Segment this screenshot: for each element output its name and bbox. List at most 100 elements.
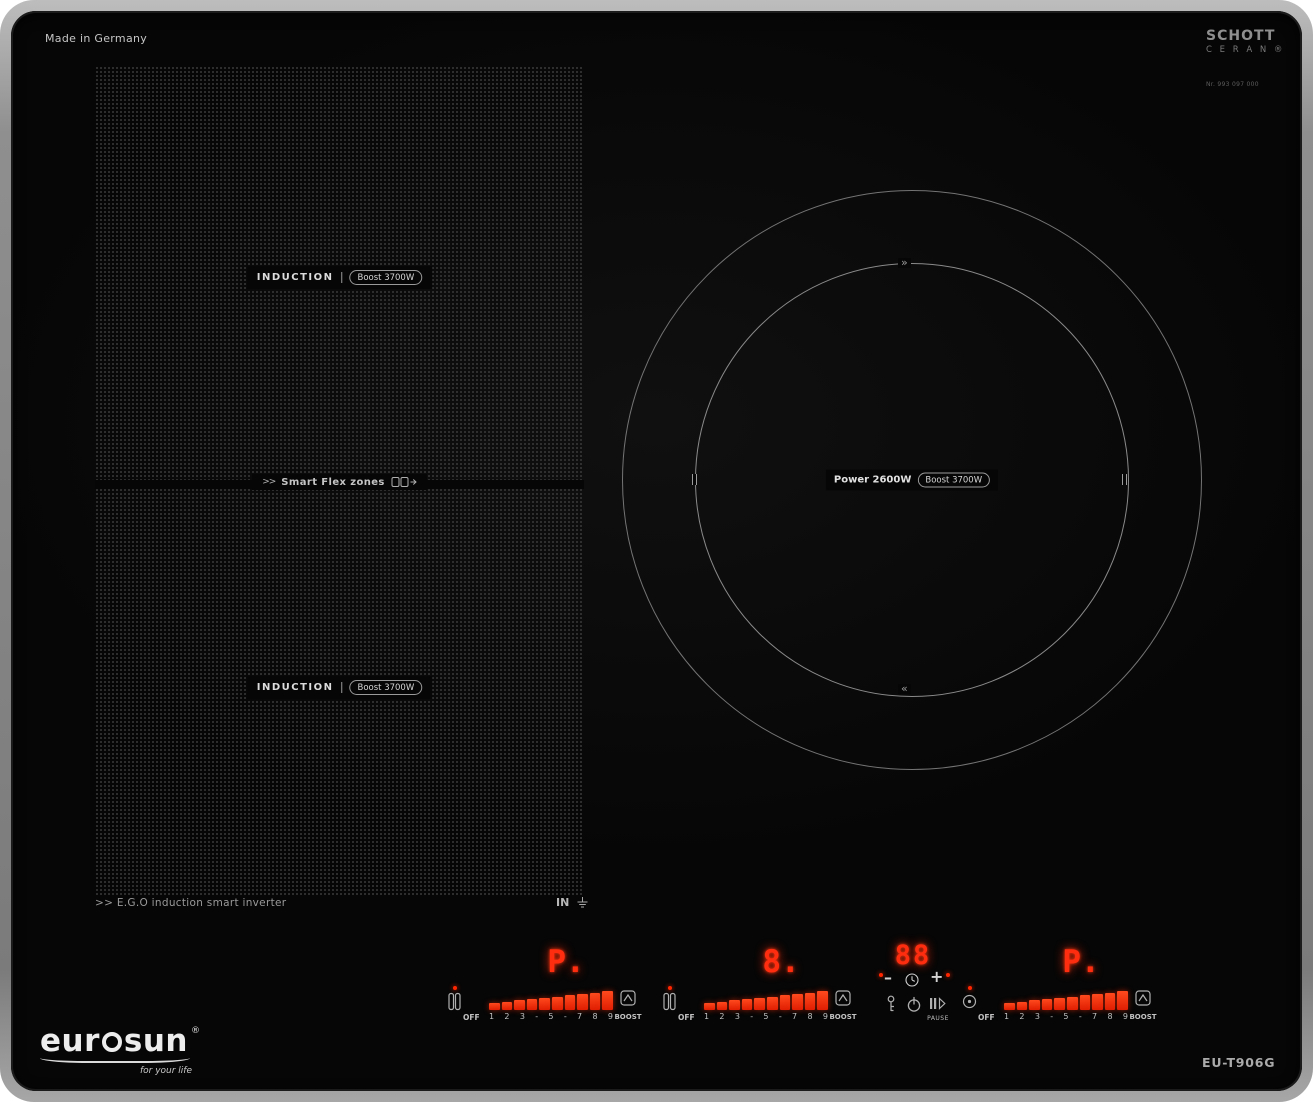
off-label: OFF: [463, 1013, 480, 1022]
slider-segment: [1079, 995, 1091, 1010]
slider-segment: [1016, 1001, 1028, 1010]
eurosun-logo: eur sun ® for your life: [40, 1026, 200, 1076]
boost-rating-badge: Boost 3700W: [917, 472, 991, 488]
slider-segment: [501, 1001, 513, 1010]
slider-segment: [1092, 993, 1103, 1010]
schott-ceran-logo: SCHOTT C E R A N ® Nr. 993 097 000: [1206, 28, 1286, 88]
timer-plus-button[interactable]: +: [930, 967, 943, 986]
slider-segment: [716, 1001, 728, 1010]
slider-segment: [539, 997, 550, 1010]
boost-icon[interactable]: [835, 990, 851, 1006]
zone-name: INDUCTION: [257, 272, 343, 283]
scale-number: -: [1078, 1012, 1082, 1021]
scale-number: 8: [807, 1012, 813, 1021]
slider-segment: [817, 991, 828, 1010]
pause-label: PAUSE: [927, 1015, 949, 1022]
scale-number: 7: [577, 1012, 583, 1021]
model-number: EU-T906G: [1202, 1055, 1276, 1070]
scale-number: -: [563, 1012, 567, 1021]
scale-number: 8: [592, 1012, 598, 1021]
smart-flex-label-row: >> Smart Flex zones: [95, 474, 584, 490]
boost-icon[interactable]: [1135, 990, 1151, 1006]
ring-mark-top: »: [898, 257, 911, 268]
flex-zone-select-icon[interactable]: [447, 992, 462, 1011]
scale-number: 1: [1004, 1012, 1010, 1021]
timer-control: 88 – + PAUSE: [876, 935, 952, 1027]
power-slider[interactable]: [489, 984, 613, 1010]
scale-number: 2: [719, 1012, 725, 1021]
power-on-off-icon[interactable]: [906, 996, 922, 1013]
slider-segment: [564, 995, 576, 1010]
registered-mark: ®: [190, 1026, 201, 1036]
power-rating: Power 2600W: [833, 474, 912, 486]
pause-icon[interactable]: [928, 995, 947, 1012]
brand-tagline: for your life: [139, 1066, 192, 1076]
scale-number: 5: [763, 1012, 769, 1021]
timer-plus-dot: [946, 973, 950, 977]
serial-number: Nr. 993 097 000: [1206, 81, 1259, 88]
zone-indicator-dot: [968, 986, 972, 990]
scale-number: -: [535, 1012, 539, 1021]
ground-icon: [577, 897, 588, 908]
power-level-display: P.: [547, 944, 585, 980]
slider-segment: [804, 992, 816, 1010]
scale-number: 2: [1019, 1012, 1025, 1021]
slider-segment: [704, 1003, 715, 1010]
slider-segment: [1054, 997, 1065, 1010]
slider-segment: [526, 999, 538, 1010]
flex-zone-bottom-label: INDUCTION Boost 3700W: [246, 676, 433, 699]
logo-text-pre: eur: [40, 1023, 100, 1059]
round-zone-select-icon[interactable]: [962, 992, 977, 1011]
power-scale: 123-5-789: [704, 1012, 828, 1021]
scale-number: 7: [1092, 1012, 1098, 1021]
slider-segment: [766, 996, 778, 1010]
slider-segment: [1004, 1003, 1015, 1010]
chevrons: >>: [262, 477, 276, 487]
zone-name: INDUCTION: [257, 682, 343, 693]
slider-segment: [1066, 996, 1078, 1010]
slider-segment: [1104, 992, 1116, 1010]
power-slider[interactable]: [704, 984, 828, 1010]
power-slider[interactable]: [1004, 984, 1128, 1010]
slider-segment: [754, 997, 765, 1010]
scale-number: 8: [1107, 1012, 1113, 1021]
slider-segment: [792, 993, 803, 1010]
scale-number: -: [778, 1012, 782, 1021]
scale-number: 3: [519, 1012, 525, 1021]
slider-segment: [1041, 999, 1053, 1010]
boost-label: BOOST: [829, 1013, 857, 1021]
slider-segment: [551, 996, 563, 1010]
boost-rating-badge: Boost 3700W: [349, 270, 423, 285]
power-level-display: P.: [1062, 944, 1100, 980]
inverter-note: >> E.G.O induction smart inverter: [95, 897, 287, 909]
boost-label: BOOST: [614, 1013, 642, 1021]
slider-segment: [514, 1000, 525, 1010]
flex-zone-select-icon[interactable]: [662, 992, 677, 1011]
zone-control-middle: 8. OFF 123-5-789 BOOST: [658, 940, 863, 1025]
schott-logo-text: SCHOTT: [1206, 28, 1276, 44]
flex-zone-top[interactable]: INDUCTION Boost 3700W: [95, 66, 584, 480]
zone-indicator-dot: [668, 986, 672, 990]
scale-number: -: [750, 1012, 754, 1021]
scale-number: 2: [504, 1012, 510, 1021]
slider-segment: [729, 1000, 740, 1010]
scale-number: -: [1050, 1012, 1054, 1021]
slider-segment: [589, 992, 601, 1010]
slider-segment: [489, 1003, 500, 1010]
boost-icon[interactable]: [620, 990, 636, 1006]
off-label: OFF: [978, 1013, 995, 1022]
timer-minus-button[interactable]: –: [884, 968, 892, 987]
flex-zone-bottom[interactable]: INDUCTION Boost 3700W: [95, 488, 584, 895]
ceran-logo-text: C E R A N ®: [1206, 45, 1285, 55]
ring-mark-left: [692, 474, 697, 485]
child-lock-key-icon[interactable]: [884, 995, 898, 1013]
slider-segment: [741, 999, 753, 1010]
slider-segment: [577, 993, 588, 1010]
zone-control-right: P. OFF 123-5-789 BOOST: [958, 940, 1163, 1025]
flex-zones-icon: [391, 477, 417, 487]
power-scale: 123-5-789: [1004, 1012, 1128, 1021]
ring-mark-right: [1122, 474, 1127, 485]
flex-zone-top-label: INDUCTION Boost 3700W: [246, 266, 433, 289]
smart-flex-label: Smart Flex zones: [281, 476, 385, 488]
slider-segment: [602, 991, 613, 1010]
